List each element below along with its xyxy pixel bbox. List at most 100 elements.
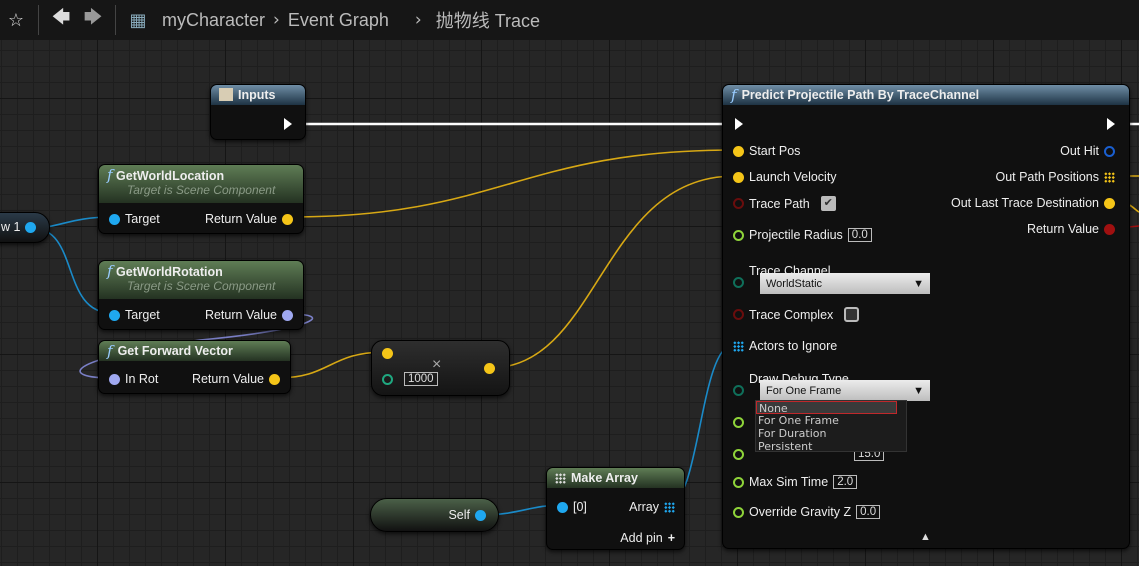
draw-debug-type-dropdown[interactable]: For One Frame ▼ (760, 380, 930, 401)
pin-label: Out Path Positions (995, 170, 1099, 184)
variable-node[interactable]: w 1 (0, 212, 50, 243)
projectile-radius-input[interactable]: 0.0 (847, 228, 872, 242)
trace-complex-pin[interactable] (733, 309, 744, 320)
draw-debug-time-pin[interactable] (733, 417, 744, 428)
node-header: f Get Forward Vector (99, 341, 290, 361)
trace-channel-pin[interactable] (733, 277, 744, 288)
pin-label: Target (125, 308, 160, 322)
trace-path-pin[interactable] (733, 198, 744, 209)
pin-label: Override Gravity Z (749, 505, 852, 519)
exec-out-pin[interactable] (1107, 118, 1115, 130)
pin-label: Trace Path (749, 196, 810, 211)
forward-arrow-icon[interactable]: 🡆 (77, 5, 109, 35)
target-pin[interactable] (109, 309, 120, 321)
start-pos-pin[interactable] (733, 145, 744, 157)
divider (38, 5, 39, 35)
node-title: Predict Projectile Path By TraceChannel (741, 88, 980, 102)
return-value-pin[interactable] (269, 373, 280, 385)
actors-to-ignore-pin[interactable] (733, 340, 744, 352)
variable-label: w 1 (1, 220, 21, 234)
target-pin[interactable] (109, 213, 120, 225)
self-node[interactable]: Self (370, 498, 499, 532)
node-title: Inputs (238, 88, 276, 102)
dropdown-value: For One Frame (766, 384, 842, 397)
exec-in-pin[interactable] (735, 118, 743, 130)
node-title: GetWorldLocation (116, 169, 225, 183)
override-gravity-z-input[interactable]: 0.0 (856, 505, 881, 519)
trace-channel-dropdown[interactable]: WorldStatic ▼ (760, 273, 930, 294)
exec-out-pin[interactable] (284, 118, 292, 130)
object-pin[interactable] (25, 221, 37, 233)
get-world-rotation-node[interactable]: f GetWorldRotation Target is Scene Compon… (98, 260, 304, 330)
add-pin-label: Add pin (620, 531, 663, 545)
self-label: Self (448, 508, 470, 522)
projectile-radius-pin[interactable] (733, 229, 744, 241)
pin-label: Max Sim Time (749, 475, 829, 489)
node-header: f Predict Projectile Path By TraceChannel (723, 85, 1129, 105)
pin-label: Out Last Trace Destination (951, 196, 1099, 210)
out-hit-pin[interactable] (1104, 145, 1115, 157)
location-wire (289, 149, 736, 218)
node-header: Inputs (211, 85, 305, 105)
option-persistent[interactable]: Persistent (756, 440, 906, 453)
inputs-node[interactable]: Inputs (210, 84, 306, 140)
launch-velocity-pin[interactable] (733, 171, 744, 183)
function-icon: f (107, 166, 113, 184)
return-value-pin[interactable] (1104, 223, 1115, 235)
pin-label: Return Value (191, 372, 264, 386)
pin-label: Target (125, 212, 160, 226)
blueprint-icon: ▦ (129, 9, 147, 31)
breadcrumb-trace[interactable]: 抛物线 Trace (436, 7, 540, 33)
breadcrumb-event-graph[interactable]: Event Graph (288, 10, 389, 31)
node-subtitle: Target is Scene Component (127, 183, 276, 197)
option-for-one-frame[interactable]: For One Frame (756, 414, 906, 427)
trace-path-checkbox[interactable]: ✔ (820, 196, 836, 211)
result-pin[interactable] (484, 363, 495, 374)
inputs-icon (219, 88, 233, 101)
function-icon: f (731, 86, 737, 104)
breadcrumb-mycharacter[interactable]: myCharacter (162, 10, 265, 31)
array-pin[interactable] (664, 501, 675, 513)
a-pin[interactable] (382, 348, 393, 359)
multiplier-value[interactable]: 1000 (404, 372, 438, 386)
out-path-positions-pin[interactable] (1104, 171, 1115, 183)
function-icon: f (107, 342, 113, 360)
node-subtitle: Target is Scene Component (127, 279, 276, 293)
pin-label: Projectile Radius (749, 228, 843, 242)
star-icon[interactable]: ☆ (0, 10, 32, 31)
predict-projectile-path-node[interactable]: f Predict Projectile Path By TraceChannel… (722, 84, 1130, 549)
override-gravity-z-pin[interactable] (733, 506, 744, 518)
plus-icon: + (667, 531, 675, 545)
b-pin[interactable] (382, 373, 393, 385)
get-forward-vector-node[interactable]: f Get Forward Vector In Rot Return Value (98, 340, 291, 394)
option-for-duration[interactable]: For Duration (756, 427, 906, 440)
element-pin[interactable] (557, 501, 568, 513)
add-pin-button[interactable]: Add pin + (620, 531, 675, 545)
max-sim-time-pin[interactable] (733, 476, 744, 488)
multiply-wire-in (277, 351, 386, 379)
toolbar: ☆ 🡄 🡆 ▦ myCharacter › Event Graph › 抛物线 … (0, 0, 1139, 40)
in-rot-pin[interactable] (109, 373, 120, 385)
return-value-pin[interactable] (282, 213, 293, 225)
max-sim-time-input[interactable]: 2.0 (833, 475, 858, 489)
array-icon (555, 473, 566, 484)
out-last-trace-destination-pin[interactable] (1104, 197, 1115, 209)
node-header: f GetWorldRotation Target is Scene Compon… (99, 261, 303, 299)
draw-debug-type-options: None For One Frame For Duration Persiste… (755, 400, 907, 453)
back-arrow-icon[interactable]: 🡄 (45, 5, 77, 35)
get-world-location-node[interactable]: f GetWorldLocation Target is Scene Compon… (98, 164, 304, 234)
self-pin[interactable] (475, 509, 486, 521)
node-title: GetWorldRotation (116, 265, 223, 279)
pin-label: Out Hit (1060, 144, 1099, 158)
chevron-right-icon: › (414, 10, 422, 30)
pin-label: Return Value (204, 308, 277, 322)
pin-label: [0] (573, 500, 587, 514)
sim-frequency-pin[interactable] (733, 448, 744, 460)
option-none[interactable]: None (756, 401, 897, 415)
multiply-node[interactable]: × 1000 (371, 340, 510, 396)
make-array-node[interactable]: Make Array [0] Array Add pin + (546, 467, 685, 550)
draw-debug-type-pin[interactable] (733, 385, 744, 396)
collapse-advanced-icon[interactable]: ▲ (920, 531, 931, 543)
trace-complex-checkbox[interactable] (844, 307, 860, 322)
return-value-pin[interactable] (282, 309, 293, 321)
